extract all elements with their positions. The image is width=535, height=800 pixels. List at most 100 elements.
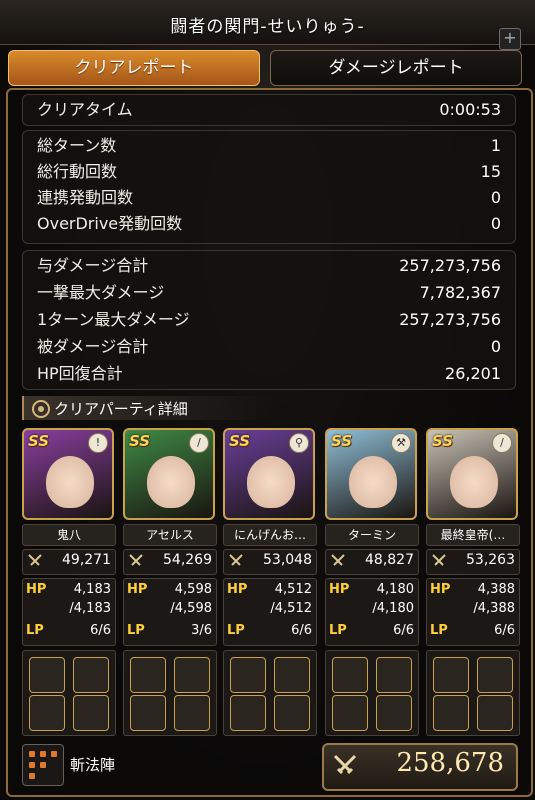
- hp-label: HP: [127, 582, 148, 597]
- equipment-slot[interactable]: [433, 695, 469, 731]
- hp-recovered-value: 26,201: [445, 364, 501, 383]
- equipment-slot[interactable]: [274, 657, 310, 693]
- hp-value: 4,183: [73, 582, 111, 597]
- total-turns-value: 1: [490, 136, 501, 155]
- rank-badge: SS: [331, 432, 353, 450]
- character-name: アセルス: [123, 524, 217, 546]
- lp-value: 6/6: [393, 623, 414, 638]
- count-panel: 総ターン数 1 総行動回数 15 連携発動回数 0 OverDrive発動回数 …: [22, 130, 516, 244]
- character-face: [349, 456, 397, 508]
- hp-max: /4,512: [270, 601, 312, 616]
- power-box: 53,263: [426, 549, 520, 575]
- equipment-slot[interactable]: [477, 695, 513, 731]
- total-power-value: 258,678: [396, 748, 504, 778]
- stat-box: HP 4,598/4,598 LP 3/6: [123, 578, 217, 646]
- character-face: [247, 456, 295, 508]
- hp-max: /4,183: [69, 601, 111, 616]
- hp-recovered-label: HP回復合計: [37, 364, 123, 383]
- crossed-swords-icon: [229, 554, 243, 566]
- hp-value: 4,180: [376, 582, 414, 597]
- clear-time-label: クリアタイム: [37, 100, 133, 119]
- power-box: 53,048: [223, 549, 317, 575]
- max-turn-damage-label: 1ターン最大ダメージ: [37, 310, 190, 329]
- equipment-slot[interactable]: [376, 695, 412, 731]
- equipment-slot[interactable]: [274, 695, 310, 731]
- power-box: 48,827: [325, 549, 419, 575]
- character-name: ターミン: [325, 524, 419, 546]
- rank-badge: SS: [432, 432, 454, 450]
- crossed-swords-icon: [129, 554, 143, 566]
- equipment-slot[interactable]: [29, 695, 65, 731]
- stat-box: HP 4,388/4,388 LP 6/6: [426, 578, 520, 646]
- lp-value: 6/6: [90, 623, 111, 638]
- equipment-slot[interactable]: [433, 657, 469, 693]
- equipment-slot[interactable]: [73, 695, 109, 731]
- total-turns-label: 総ターン数: [37, 136, 117, 155]
- stat-box: HP 4,183/4,183 LP 6/6: [22, 578, 116, 646]
- overdrive-count-value: 0: [490, 214, 501, 233]
- hp-max: /4,598: [170, 601, 212, 616]
- lp-label: LP: [127, 623, 145, 638]
- hp-value: 4,598: [174, 582, 212, 597]
- page-title: 闘者の関門-せいりゅう-: [170, 17, 365, 37]
- equipment-slot[interactable]: [230, 657, 266, 693]
- combo-count-label: 連携発動回数: [37, 188, 134, 207]
- stat-row: 総ターン数 1: [37, 133, 501, 159]
- character-portrait[interactable]: SS!: [22, 428, 114, 520]
- axe-icon: ⚒: [391, 433, 411, 453]
- hp-value: 4,388: [477, 582, 515, 597]
- total-damage-value: 257,273,756: [399, 256, 501, 275]
- hp-label: HP: [430, 582, 451, 597]
- character-name: 最終皇帝(…: [426, 524, 520, 546]
- lp-value: 6/6: [291, 623, 312, 638]
- power-value: 54,269: [163, 552, 212, 568]
- hp-label: HP: [329, 582, 350, 597]
- hp-value: 4,512: [274, 582, 312, 597]
- character-portrait[interactable]: SS ⚲: [223, 428, 315, 520]
- formation-dot: [29, 773, 35, 779]
- stat-box: HP 4,512/4,512 LP 6/6: [223, 578, 317, 646]
- equipment-slot[interactable]: [130, 657, 166, 693]
- lp-label: LP: [227, 623, 245, 638]
- crossed-swords-icon: [331, 554, 345, 566]
- power-box: 49,271: [22, 549, 116, 575]
- equipment-slot[interactable]: [477, 657, 513, 693]
- equipment-grid: [426, 650, 520, 736]
- character-portrait[interactable]: SS /: [426, 428, 518, 520]
- character-face: [46, 456, 94, 508]
- equipment-slot[interactable]: [376, 657, 412, 693]
- hp-label: HP: [227, 582, 248, 597]
- hp-max: /4,388: [473, 601, 515, 616]
- character-name: 鬼八: [22, 524, 116, 546]
- character-portrait[interactable]: SS /: [123, 428, 215, 520]
- tab-damage-report[interactable]: ダメージレポート: [270, 50, 522, 86]
- total-damage-label: 与ダメージ合計: [37, 256, 149, 275]
- plus-button[interactable]: +: [499, 28, 521, 50]
- equipment-slot[interactable]: [174, 657, 210, 693]
- crossed-swords-icon: [432, 554, 446, 566]
- stat-row: 総行動回数 15: [37, 159, 501, 185]
- equipment-slot[interactable]: [332, 695, 368, 731]
- power-value: 49,271: [62, 552, 111, 568]
- tab-clear-report[interactable]: クリアレポート: [8, 50, 260, 86]
- equipment-slot[interactable]: [230, 695, 266, 731]
- stat-row: 連携発動回数 0: [37, 185, 501, 211]
- equipment-slot[interactable]: [29, 657, 65, 693]
- lp-value: 3/6: [191, 623, 212, 638]
- equipment-slot[interactable]: [174, 695, 210, 731]
- stat-row: OverDrive発動回数 0: [37, 211, 501, 237]
- clear-time-value: 0:00:53: [439, 100, 501, 119]
- max-hit-value: 7,782,367: [419, 283, 501, 302]
- equipment-slot[interactable]: [73, 657, 109, 693]
- staff-icon: ⚲: [289, 433, 309, 453]
- equipment-slot[interactable]: [130, 695, 166, 731]
- character-portrait[interactable]: SS ⚒: [325, 428, 417, 520]
- stat-row: 一撃最大ダメージ 7,782,367: [37, 280, 501, 306]
- title-bar: 闘者の関門-せいりゅう- +: [0, 0, 535, 50]
- formation-icon[interactable]: [22, 744, 64, 786]
- total-power-box: 258,678: [322, 743, 518, 791]
- crossed-swords-icon: [28, 554, 42, 566]
- equipment-slot[interactable]: [332, 657, 368, 693]
- equipment-grid: [22, 650, 116, 736]
- stat-row: HP回復合計 26,201: [37, 361, 501, 387]
